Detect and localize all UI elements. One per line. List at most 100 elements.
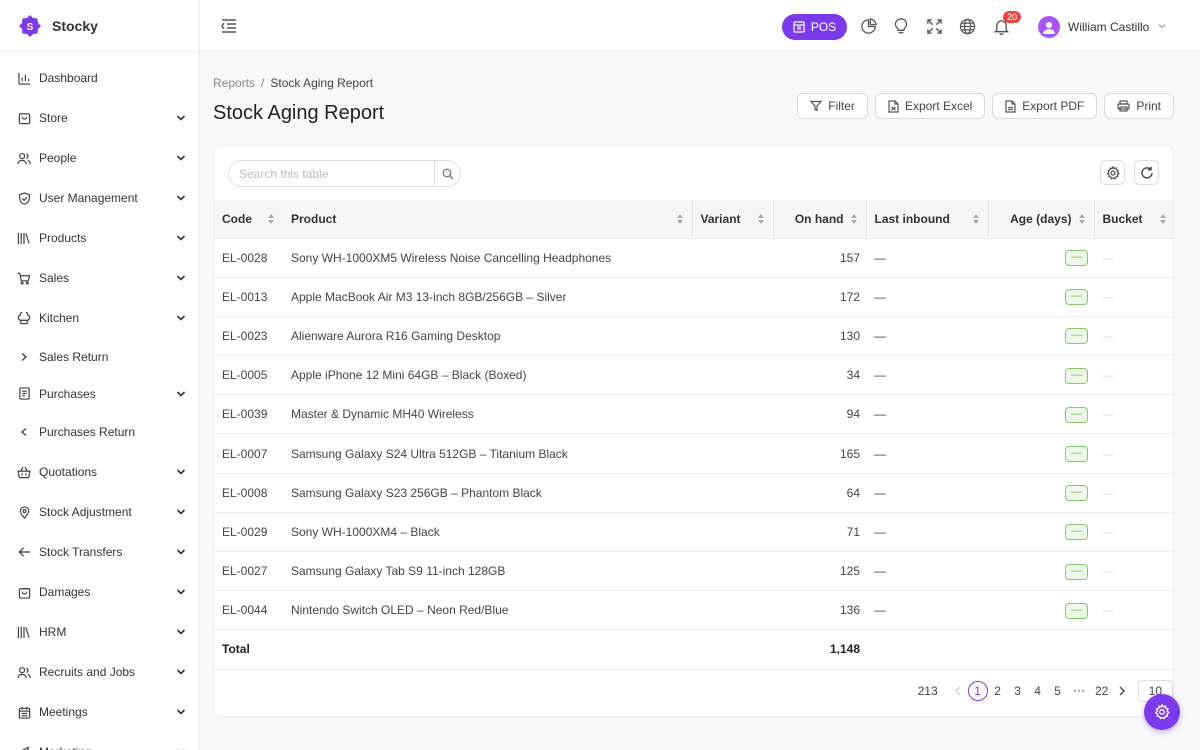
cell-age: — (988, 433, 1094, 474)
sidebar-item-quotations[interactable]: Quotations (0, 452, 199, 492)
export-pdf-button[interactable]: Export PDF (992, 93, 1098, 119)
page-button-3[interactable]: 3 (1008, 681, 1028, 701)
pagination-ellipsis[interactable]: ••• (1070, 681, 1090, 701)
search-input[interactable] (229, 161, 434, 186)
sidebar-item-stock-adjustment[interactable]: Stock Adjustment (0, 492, 199, 532)
notification-badge: 20 (1003, 11, 1022, 23)
sidebar-item-people[interactable]: People (0, 138, 199, 178)
table-row[interactable]: EL-0028 Sony WH-1000XM5 Wireless Noise Ca… (214, 238, 1173, 278)
cell-on-hand: 71 (773, 512, 866, 553)
cell-on-hand: 130 (773, 316, 866, 357)
table-row[interactable]: EL-0044 Nintendo Switch OLED – Neon Red/B… (214, 590, 1173, 631)
chevron-down-icon (1157, 20, 1167, 34)
column-header-variant[interactable]: Variant (691, 200, 773, 239)
user-menu[interactable]: William Castillo (1038, 14, 1167, 40)
filter-icon (810, 100, 823, 112)
pie-chart-icon[interactable] (859, 17, 877, 35)
age-badge: — (1065, 289, 1088, 306)
sidebar-item-user-management[interactable]: User Management (0, 178, 199, 218)
menu-toggle-icon[interactable] (220, 17, 238, 35)
page-button-last[interactable]: 22 (1092, 681, 1112, 701)
print-button[interactable]: Print (1104, 93, 1174, 119)
table-row[interactable]: EL-0008 Samsung Galaxy S23 256GB – Phanto… (214, 473, 1173, 513)
next-page-icon[interactable] (1112, 681, 1132, 701)
sort-icon[interactable] (757, 213, 765, 228)
sidebar-item-meetings[interactable]: Meetings (0, 692, 199, 732)
cell-bucket: — (1094, 277, 1173, 317)
table-row[interactable]: EL-0039 Master & Dynamic MH40 Wireless 94—… (214, 394, 1173, 435)
sidebar-item-dashboard[interactable]: Dashboard (0, 58, 199, 98)
sidebar-item-damages[interactable]: Damages (0, 572, 199, 612)
sort-icon[interactable] (1078, 213, 1086, 228)
breadcrumb-parent[interactable]: Reports (213, 76, 255, 90)
cell-code: EL-0013 (214, 277, 283, 317)
filter-button[interactable]: Filter (797, 93, 868, 119)
sidebar-item-purchases-return[interactable]: Purchases Return (0, 412, 199, 452)
sidebar-item-store[interactable]: Store (0, 98, 199, 138)
total-empty (1094, 629, 1173, 670)
sidebar-item-label: HRM (39, 625, 67, 639)
brand-name: Stocky (52, 17, 98, 34)
column-header-on-hand[interactable]: On hand (772, 200, 866, 239)
sidebar-item-purchases[interactable]: Purchases (0, 375, 199, 412)
globe-icon[interactable] (958, 17, 976, 35)
age-badge: — (1065, 602, 1088, 619)
chef-hat-icon (17, 311, 31, 325)
pos-button[interactable]: POS (782, 14, 847, 40)
sidebar-item-sales[interactable]: Sales (0, 258, 199, 298)
brand[interactable]: S Stocky (0, 0, 199, 52)
column-header-last-inbound[interactable]: Last inbound (865, 200, 988, 239)
refresh-icon[interactable] (1134, 160, 1159, 185)
sort-icon[interactable] (676, 213, 684, 228)
sidebar-item-stock-transfers[interactable]: Stock Transfers (0, 532, 199, 572)
column-header-product[interactable]: Product (283, 200, 692, 239)
sidebar-item-recruits-and-jobs[interactable]: Recruits and Jobs (0, 652, 199, 692)
sidebar-item-kitchen[interactable]: Kitchen (0, 298, 199, 338)
cell-last-inbound: — (866, 590, 988, 631)
page-button-2[interactable]: 2 (988, 681, 1008, 701)
table-row[interactable]: EL-0029 Sony WH-1000XM4 – Black 71— — — (214, 512, 1173, 553)
page-button-5[interactable]: 5 (1048, 681, 1068, 701)
table-row[interactable]: EL-0005 Apple iPhone 12 Mini 64GB – Black… (214, 355, 1173, 396)
table-row[interactable]: EL-0013 Apple MacBook Air M3 13-inch 8GB/… (214, 277, 1173, 317)
column-header-label: Product (291, 211, 337, 226)
cell-last-inbound: — (866, 316, 988, 357)
age-badge: — (1065, 524, 1088, 541)
page-button-1[interactable]: 1 (967, 681, 988, 701)
column-header-bucket[interactable]: Bucket (1093, 200, 1173, 239)
sidebar-item-label: Stock Transfers (39, 545, 123, 559)
total-empty (988, 629, 1094, 670)
prev-page-icon[interactable] (948, 681, 968, 701)
fullscreen-icon[interactable] (925, 17, 943, 35)
search-icon[interactable] (434, 161, 460, 186)
lightbulb-icon[interactable] (892, 17, 910, 35)
cell-last-inbound: — (866, 512, 988, 553)
sort-icon[interactable] (972, 213, 980, 228)
table-row[interactable]: EL-0027 Samsung Galaxy Tab S9 11-inch 128… (214, 551, 1173, 592)
sort-icon[interactable] (850, 213, 858, 228)
column-header-age-days[interactable]: Age (days) (987, 200, 1094, 239)
sidebar-item-products[interactable]: Products (0, 218, 199, 258)
sidebar-item-label: Kitchen (39, 311, 80, 325)
cell-last-inbound: — (866, 433, 988, 474)
table-row[interactable]: EL-0023 Alienware Aurora R16 Gaming Deskt… (214, 316, 1173, 357)
cell-product: Samsung Galaxy S24 Ultra 512GB – Titaniu… (283, 433, 692, 474)
sidebar-item-label: Store (39, 111, 68, 125)
gear-icon[interactable] (1100, 160, 1125, 185)
page-button-4[interactable]: 4 (1028, 681, 1048, 701)
receipt-icon (17, 387, 31, 401)
settings-fab[interactable] (1144, 694, 1180, 730)
sidebar-item-hrm[interactable]: HRM (0, 612, 199, 652)
column-header-code[interactable]: Code (214, 200, 283, 239)
export-excel-button[interactable]: Export Excel (874, 93, 986, 119)
sidebar-item-sales-return[interactable]: Sales Return (0, 338, 199, 375)
cell-on-hand: 94 (773, 394, 866, 435)
table-row[interactable]: EL-0007 Samsung Galaxy S24 Ultra 512GB – … (214, 433, 1173, 474)
page-title: Stock Aging Report (213, 102, 385, 124)
sort-icon[interactable] (267, 213, 275, 228)
people-icon (17, 665, 31, 679)
sort-icon[interactable] (1159, 213, 1167, 228)
cell-age: — (988, 355, 1094, 396)
sidebar-item-marketing[interactable]: Marketing (0, 732, 199, 750)
cell-code: EL-0029 (214, 512, 283, 553)
